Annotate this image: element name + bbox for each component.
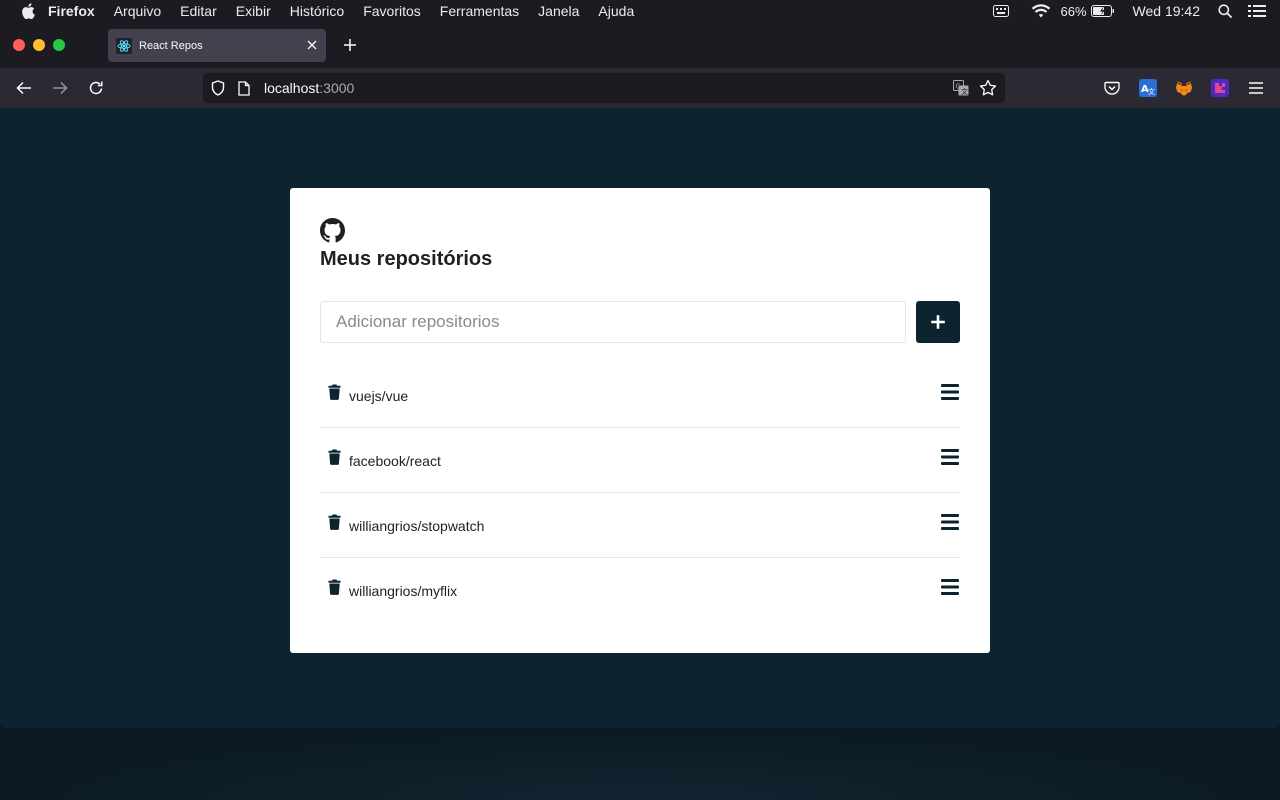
- window-zoom-button[interactable]: [53, 39, 65, 51]
- url-port: :3000: [319, 80, 355, 96]
- navigation-toolbar: localhost:3000 G文 A文: [0, 68, 1280, 108]
- repo-list: vuejs/vue facebook/react williangrios/st…: [320, 363, 960, 623]
- menu-arquivo[interactable]: Arquivo: [114, 3, 161, 19]
- url-host: localhost: [264, 80, 320, 96]
- add-repo-button[interactable]: [916, 301, 960, 343]
- reload-icon[interactable]: [87, 79, 105, 97]
- keyboard-icon[interactable]: [992, 5, 1009, 17]
- desktop-wallpaper: [0, 728, 1280, 800]
- svg-text:文: 文: [1148, 87, 1155, 96]
- menu-favoritos[interactable]: Favoritos: [363, 3, 421, 19]
- plus-icon: [931, 315, 945, 329]
- translate-extension-icon[interactable]: A文: [1139, 79, 1157, 97]
- repo-item: vuejs/vue: [320, 363, 960, 428]
- menu-exibir[interactable]: Exibir: [236, 3, 271, 19]
- menu-ferramentas[interactable]: Ferramentas: [440, 3, 519, 19]
- forward-arrow-icon[interactable]: [51, 79, 69, 97]
- tab-bar: React Repos: [0, 22, 1280, 68]
- menu-janela[interactable]: Janela: [538, 3, 579, 19]
- control-center-icon[interactable]: [1248, 4, 1266, 18]
- bars-icon[interactable]: [940, 448, 960, 466]
- translate-icon[interactable]: G文: [953, 80, 969, 96]
- bars-icon[interactable]: [940, 578, 960, 596]
- tab-react-repos[interactable]: React Repos: [108, 29, 326, 62]
- pocket-icon[interactable]: [1103, 79, 1121, 97]
- github-icon: [320, 218, 345, 243]
- menu-editar[interactable]: Editar: [180, 3, 217, 19]
- metamask-fox-icon[interactable]: [1175, 79, 1193, 97]
- repo-name[interactable]: williangrios/stopwatch: [349, 518, 484, 534]
- menu-app-name[interactable]: Firefox: [48, 3, 95, 19]
- menu-ajuda[interactable]: Ajuda: [598, 3, 634, 19]
- add-repo-input[interactable]: [320, 301, 906, 343]
- battery-icon[interactable]: [1090, 5, 1115, 17]
- bars-icon[interactable]: [940, 383, 960, 401]
- menu-historico[interactable]: Histórico: [290, 3, 344, 19]
- trash-icon[interactable]: [328, 514, 341, 530]
- back-arrow-icon[interactable]: [15, 79, 33, 97]
- apple-icon[interactable]: [21, 3, 35, 19]
- hamburger-menu-icon[interactable]: [1247, 79, 1265, 97]
- battery-percent: 66%: [1060, 3, 1087, 19]
- tab-title: React Repos: [139, 39, 203, 52]
- tab-close-icon[interactable]: [304, 37, 320, 53]
- svg-text:文: 文: [961, 87, 968, 96]
- clock[interactable]: Wed 19:42: [1133, 3, 1200, 19]
- bookmark-star-icon[interactable]: [979, 79, 997, 97]
- repo-item: williangrios/myflix: [320, 558, 960, 623]
- macos-menubar: Firefox Arquivo Editar Exibir Histórico …: [0, 0, 1280, 22]
- page-content: Meus repositórios vuejs/vue: [0, 108, 1280, 728]
- react-icon: [116, 37, 132, 54]
- add-repo-form: [320, 301, 960, 343]
- repo-name[interactable]: vuejs/vue: [349, 388, 408, 404]
- spotlight-search-icon[interactable]: [1218, 4, 1232, 18]
- page-title: Meus repositórios: [320, 248, 493, 270]
- shield-icon[interactable]: [211, 80, 227, 96]
- extension-puzzle-icon[interactable]: [1211, 79, 1229, 97]
- repo-name[interactable]: facebook/react: [349, 453, 441, 469]
- browser-window: React Repos localhost:3000 G 文 A 文 Meus …: [0, 22, 1280, 728]
- url-text[interactable]: localhost:3000: [264, 80, 354, 96]
- window-minimize-button[interactable]: [33, 39, 45, 51]
- repo-name[interactable]: williangrios/myflix: [349, 583, 457, 599]
- repo-item: facebook/react: [320, 428, 960, 493]
- bars-icon[interactable]: [940, 513, 960, 531]
- new-tab-button[interactable]: [341, 36, 359, 54]
- repo-card: Meus repositórios vuejs/vue: [290, 188, 990, 653]
- repo-item: williangrios/stopwatch: [320, 493, 960, 558]
- url-bar[interactable]: localhost:3000 G文: [203, 73, 1005, 103]
- trash-icon[interactable]: [328, 449, 341, 465]
- wifi-icon[interactable]: [1031, 3, 1051, 19]
- window-close-button[interactable]: [13, 39, 25, 51]
- trash-icon[interactable]: [328, 384, 341, 400]
- page-icon[interactable]: [238, 80, 252, 96]
- trash-icon[interactable]: [328, 579, 341, 595]
